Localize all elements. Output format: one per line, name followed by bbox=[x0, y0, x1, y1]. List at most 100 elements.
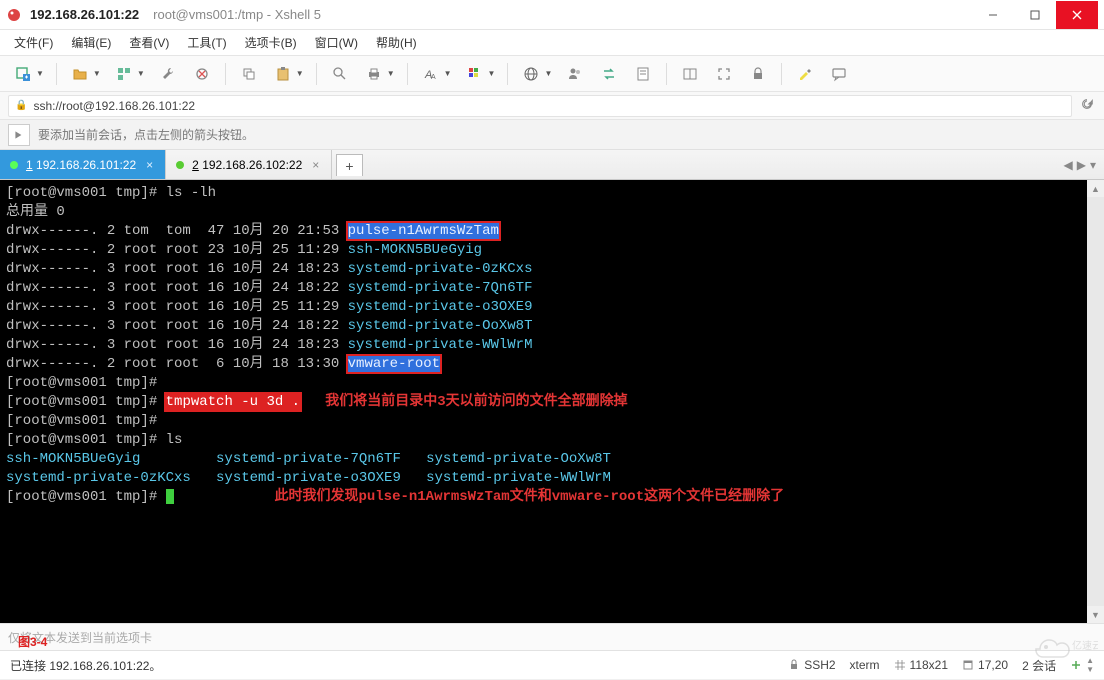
copy-button[interactable] bbox=[234, 61, 264, 87]
layout-icon bbox=[679, 63, 701, 85]
fullscreen-icon bbox=[713, 63, 735, 85]
hint-row: 要添加当前会话，点击左侧的箭头按钮。 bbox=[0, 120, 1104, 150]
toolbar-separator bbox=[56, 63, 57, 85]
status-dot-icon bbox=[176, 161, 184, 169]
transfer-icon bbox=[598, 63, 620, 85]
close-tab-icon[interactable]: × bbox=[144, 158, 155, 172]
layout-button[interactable] bbox=[675, 61, 705, 87]
command-input[interactable]: 仅将文本发送到当前选项卡 bbox=[0, 623, 1104, 651]
size-icon bbox=[894, 659, 906, 671]
toolbar: ▼ ▼ ▼ ▼ ▼ AA▼ ▼ ▼ bbox=[0, 56, 1104, 92]
figure-label: 图3-4 bbox=[18, 633, 47, 650]
statusbar: 已连接 192.168.26.101:22。 SSH2 xterm 118x21… bbox=[0, 651, 1104, 679]
titlebar: 192.168.26.101:22 root@vms001:/tmp - Xsh… bbox=[0, 0, 1104, 30]
print-icon bbox=[363, 63, 385, 85]
svg-text:A: A bbox=[431, 74, 436, 81]
toolbar-separator bbox=[225, 63, 226, 85]
print-button[interactable]: ▼ bbox=[359, 61, 399, 87]
lock-icon: 🔒 bbox=[15, 100, 27, 111]
message-button[interactable] bbox=[824, 61, 854, 87]
plus-icon bbox=[1070, 659, 1082, 671]
caret-icon: ▼ bbox=[36, 69, 44, 78]
session-group-button[interactable]: ▼ bbox=[109, 61, 149, 87]
highlight-icon bbox=[794, 63, 816, 85]
status-sessions: 2 会话 bbox=[1022, 657, 1056, 674]
menu-window[interactable]: 窗口(W) bbox=[311, 32, 362, 53]
palette-icon bbox=[464, 63, 486, 85]
session-tab-1[interactable]: 1 192.168.26.101:22 × bbox=[0, 150, 166, 179]
log-icon bbox=[632, 63, 654, 85]
toolbar-separator bbox=[507, 63, 508, 85]
lock-icon bbox=[788, 659, 800, 671]
font-button[interactable]: AA▼ bbox=[416, 61, 456, 87]
tab-label: 1 192.168.26.101:22 bbox=[26, 158, 136, 172]
scroll-down-icon[interactable]: ▼ bbox=[1087, 606, 1104, 623]
tabstrip: 1 192.168.26.101:22 × 2 192.168.26.102:2… bbox=[0, 150, 1104, 180]
lock-button[interactable] bbox=[743, 61, 773, 87]
status-size: 118x21 bbox=[894, 658, 948, 672]
status-plus[interactable]: ▲▼ bbox=[1070, 656, 1094, 674]
properties-button[interactable] bbox=[153, 61, 183, 87]
menu-edit[interactable]: 编辑(E) bbox=[67, 32, 115, 53]
new-tab-plus[interactable]: + bbox=[336, 154, 362, 176]
search-icon bbox=[329, 63, 351, 85]
tab-prev-icon[interactable]: ◀ bbox=[1064, 158, 1073, 172]
app-icon bbox=[6, 7, 22, 23]
address-box[interactable]: 🔒 ssh://root@192.168.26.101:22 bbox=[8, 95, 1072, 117]
reconnect-icon bbox=[191, 63, 213, 85]
status-cursor: 17,20 bbox=[962, 658, 1008, 672]
log-button[interactable] bbox=[628, 61, 658, 87]
add-session-button[interactable] bbox=[8, 124, 30, 146]
message-icon bbox=[828, 63, 850, 85]
close-tab-icon[interactable]: × bbox=[310, 158, 321, 172]
colors-button[interactable]: ▼ bbox=[460, 61, 500, 87]
font-icon: AA bbox=[420, 63, 442, 85]
scroll-up-icon[interactable]: ▲ bbox=[1087, 180, 1104, 197]
transfer-button[interactable] bbox=[594, 61, 624, 87]
refresh-icon[interactable] bbox=[1078, 95, 1096, 116]
maximize-button[interactable] bbox=[1014, 1, 1056, 29]
tab-list-icon[interactable]: ▾ bbox=[1090, 158, 1096, 172]
open-button[interactable]: ▼ bbox=[65, 61, 105, 87]
status-protocol: SSH2 bbox=[788, 658, 835, 672]
globe-icon bbox=[520, 63, 542, 85]
tab-next-icon[interactable]: ▶ bbox=[1077, 158, 1086, 172]
address-url: ssh://root@192.168.26.101:22 bbox=[33, 99, 195, 113]
search-button[interactable] bbox=[325, 61, 355, 87]
terminal-scrollbar[interactable]: ▲ ▼ bbox=[1087, 180, 1104, 623]
globe-button[interactable]: ▼ bbox=[516, 61, 556, 87]
reconnect-button[interactable] bbox=[187, 61, 217, 87]
new-tab-button[interactable]: ▼ bbox=[8, 61, 48, 87]
session-tab-2[interactable]: 2 192.168.26.102:22 × bbox=[166, 150, 332, 179]
status-dot-icon bbox=[10, 161, 18, 169]
paste-icon bbox=[272, 63, 294, 85]
menu-tools[interactable]: 工具(T) bbox=[183, 32, 230, 53]
menu-file[interactable]: 文件(F) bbox=[10, 32, 57, 53]
fullscreen-button[interactable] bbox=[709, 61, 739, 87]
sessions-icon bbox=[113, 63, 135, 85]
terminal[interactable]: [root@vms001 tmp]# ls -lh总用量 0drwx------… bbox=[0, 180, 1087, 623]
toolbar-separator bbox=[407, 63, 408, 85]
new-tab-icon bbox=[12, 63, 34, 85]
paste-button[interactable]: ▼ bbox=[268, 61, 308, 87]
cursor-icon bbox=[962, 659, 974, 671]
terminal-area: [root@vms001 tmp]# ls -lh总用量 0drwx------… bbox=[0, 180, 1104, 623]
status-connected: 已连接 192.168.26.101:22。 bbox=[10, 657, 774, 674]
menu-help[interactable]: 帮助(H) bbox=[372, 32, 421, 53]
copy-icon bbox=[238, 63, 260, 85]
menu-tabs[interactable]: 选项卡(B) bbox=[241, 32, 301, 53]
tab-label: 2 192.168.26.102:22 bbox=[192, 158, 302, 172]
highlight-button[interactable] bbox=[790, 61, 820, 87]
wrench-icon bbox=[157, 63, 179, 85]
toolbar-separator bbox=[316, 63, 317, 85]
menubar: 文件(F) 编辑(E) 查看(V) 工具(T) 选项卡(B) 窗口(W) 帮助(… bbox=[0, 30, 1104, 56]
address-row: 🔒 ssh://root@192.168.26.101:22 bbox=[0, 92, 1104, 120]
toolbar-separator bbox=[781, 63, 782, 85]
lock-icon bbox=[747, 63, 769, 85]
status-emulation: xterm bbox=[850, 658, 880, 672]
folder-icon bbox=[69, 63, 91, 85]
close-button[interactable] bbox=[1056, 1, 1098, 29]
users-button[interactable] bbox=[560, 61, 590, 87]
minimize-button[interactable] bbox=[972, 1, 1014, 29]
menu-view[interactable]: 查看(V) bbox=[125, 32, 173, 53]
